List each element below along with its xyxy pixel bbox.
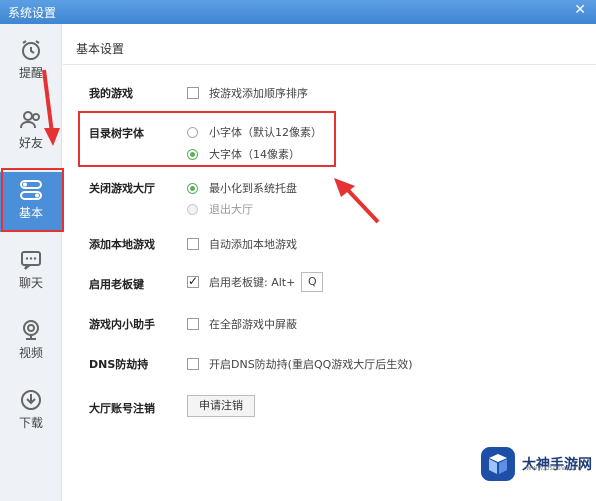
- dns-protect-text: 开启DNS防劫持(重启QQ游戏大厅后生效): [209, 358, 413, 371]
- auto-add-local-game-option[interactable]: 自动添加本地游戏: [187, 236, 297, 252]
- settings-panel: 基本设置 我的游戏 按游戏添加顺序排序 目录树字体 小字体（默认12像素） 大字…: [63, 24, 596, 501]
- dns-protect-checkbox[interactable]: [187, 358, 199, 370]
- block-in-all-games-option[interactable]: 在全部游戏中屏蔽: [187, 316, 297, 332]
- apply-cancel-button[interactable]: 申请注销: [187, 395, 255, 417]
- assistant-label: 游戏内小助手: [89, 318, 155, 331]
- exit-hall-radio[interactable]: [187, 203, 198, 215]
- boss-key-checkbox[interactable]: [187, 274, 199, 288]
- close-hall-label: 关闭游戏大厅: [89, 182, 155, 195]
- large-font-option[interactable]: 大字体（14像素）: [187, 146, 300, 162]
- boss-key-label: 启用老板键: [89, 278, 144, 291]
- dns-protect-option[interactable]: 开启DNS防劫持(重启QQ游戏大厅后生效): [187, 356, 413, 372]
- section-title: 基本设置: [76, 42, 125, 56]
- watermark: 大神手游网 www.dsnsv.com: [480, 446, 592, 482]
- watermark-url: www.dsnsv.com: [526, 464, 582, 472]
- block-in-all-games-text: 在全部游戏中屏蔽: [209, 318, 297, 331]
- my-games-label: 我的游戏: [89, 87, 133, 100]
- boss-key-option[interactable]: 启用老板键: Alt+ Q: [187, 272, 324, 292]
- minimize-to-tray-radio[interactable]: [187, 182, 198, 194]
- small-font-text: 小字体（默认12像素）: [209, 126, 322, 139]
- sort-by-add-order-option[interactable]: 按游戏添加顺序排序: [187, 85, 308, 101]
- exit-hall-option[interactable]: 退出大厅: [187, 201, 253, 217]
- dns-label: DNS防劫持: [89, 358, 149, 371]
- auto-add-local-game-checkbox[interactable]: [187, 238, 199, 250]
- section-divider: [63, 64, 596, 65]
- arrow-annotation-sidebar: [42, 69, 60, 146]
- small-font-radio[interactable]: [187, 126, 198, 138]
- minimize-to-tray-text: 最小化到系统托盘: [209, 182, 297, 195]
- account-cancel-label: 大厅账号注销: [89, 402, 155, 415]
- boss-key-hotkey-input[interactable]: Q: [301, 272, 324, 292]
- minimize-to-tray-option[interactable]: 最小化到系统托盘: [187, 180, 297, 196]
- sort-by-add-order-checkbox[interactable]: [187, 87, 199, 99]
- small-font-option[interactable]: 小字体（默认12像素）: [187, 124, 322, 140]
- local-game-label: 添加本地游戏: [89, 238, 155, 251]
- large-font-text: 大字体（14像素）: [209, 148, 300, 161]
- auto-add-local-game-text: 自动添加本地游戏: [209, 238, 297, 251]
- block-in-all-games-checkbox[interactable]: [187, 318, 199, 330]
- watermark-logo-icon: [481, 447, 515, 481]
- sort-by-add-order-text: 按游戏添加顺序排序: [209, 87, 308, 100]
- large-font-radio[interactable]: [187, 148, 198, 160]
- font-size-label: 目录树字体: [89, 127, 144, 140]
- boss-key-text: 启用老板键: Alt+: [209, 276, 296, 289]
- exit-hall-text: 退出大厅: [209, 203, 253, 216]
